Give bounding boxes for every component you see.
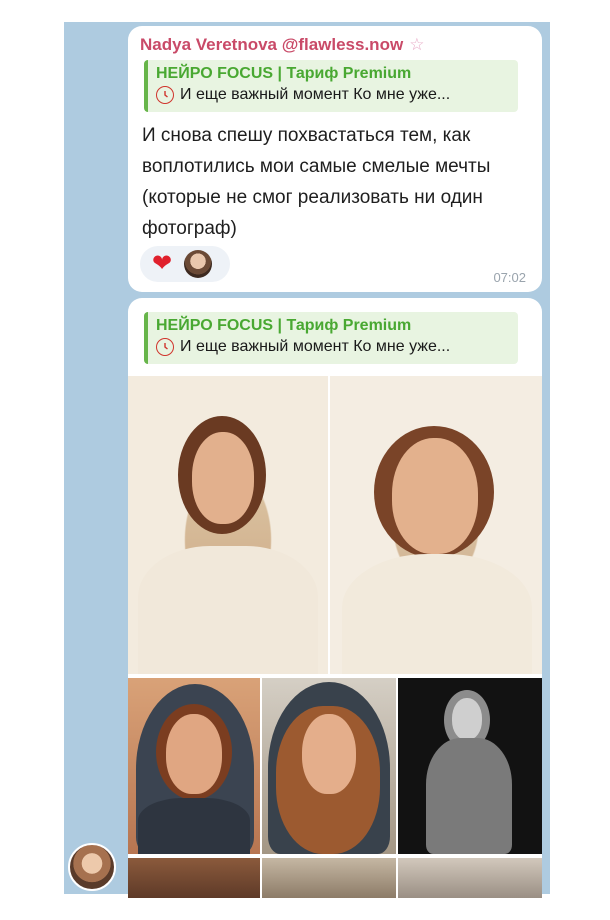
- heart-reaction-icon[interactable]: ❤: [152, 251, 172, 277]
- reply-snippet-text: И еще важный момент Ко мне уже...: [180, 86, 451, 103]
- reactor-avatar: [184, 250, 212, 278]
- photo-4[interactable]: [262, 678, 396, 854]
- sender-avatar[interactable]: [68, 843, 116, 891]
- photo-2[interactable]: [330, 376, 542, 674]
- blazer-shape: [426, 738, 512, 854]
- photo-8[interactable]: [398, 858, 542, 898]
- reactions-bar[interactable]: ❤: [140, 246, 230, 282]
- timer-circle-icon: [156, 338, 174, 356]
- message-text: И снова спешу похвастаться тем, как вопл…: [142, 125, 491, 239]
- reply-snippet: И еще важный момент Ко мне уже...: [156, 336, 518, 358]
- photo-1[interactable]: [128, 376, 328, 674]
- reply-title: НЕЙРО FOCUS | Тариф Premium: [156, 65, 412, 82]
- photo-6[interactable]: [128, 858, 260, 898]
- sender-name[interactable]: Nadya Veretnova @flawless.now ☆: [140, 35, 424, 55]
- reply-snippet: И еще важный момент Ко мне уже...: [156, 84, 518, 106]
- face-shape: [302, 714, 356, 794]
- timer-circle-icon: [156, 86, 174, 104]
- star-icon: ☆: [409, 35, 425, 54]
- message-bubble[interactable]: Nadya Veretnova @flawless.now ☆ НЕЙРО FOC…: [128, 26, 542, 292]
- reply-title: НЕЙРО FOCUS | Тариф Premium: [156, 317, 412, 334]
- photo-3[interactable]: [128, 678, 260, 854]
- photo-7[interactable]: [262, 858, 396, 898]
- face-shape: [192, 432, 254, 524]
- reply-snippet-text: И еще важный момент Ко мне уже...: [180, 338, 451, 355]
- scarf-drape: [138, 546, 318, 674]
- reply-preview[interactable]: НЕЙРО FOCUS | Тариф Premium И еще важный…: [144, 60, 518, 112]
- message-bubble-photos[interactable]: НЕЙРО FOCUS | Тариф Premium И еще важный…: [128, 298, 542, 898]
- scarf-drape: [138, 798, 250, 854]
- photo-5[interactable]: [398, 678, 542, 854]
- message-time: 07:02: [493, 270, 526, 285]
- face-shape: [392, 438, 478, 554]
- scarf-drape: [342, 554, 532, 674]
- sender-name-text[interactable]: Nadya Veretnova @flawless.now: [140, 35, 403, 54]
- face-shape: [166, 714, 222, 794]
- face-shape: [452, 698, 482, 740]
- reply-preview[interactable]: НЕЙРО FOCUS | Тариф Premium И еще важный…: [144, 312, 518, 364]
